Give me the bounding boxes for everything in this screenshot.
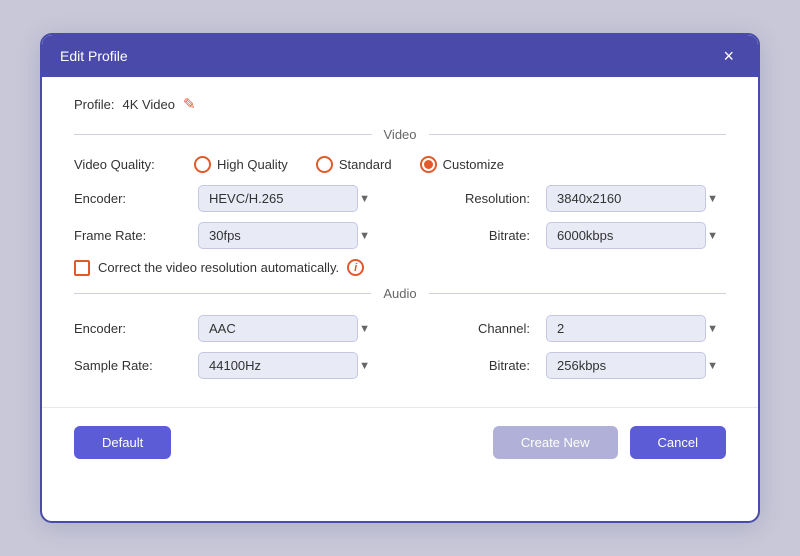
radio-high-quality[interactable]: High Quality [194,156,288,173]
video-section-label: Video [372,127,429,142]
audio-encoder-select-wrap: AAC MP3 OGG ▼ [198,315,378,342]
encoder-select-arrow: ▼ [359,193,370,205]
encoder-select-wrap: HEVC/H.265 H.264 VP9 AV1 ▼ [198,185,378,212]
radio-standard-label: Standard [339,157,392,172]
cancel-button[interactable]: Cancel [630,426,726,459]
video-quality-label: Video Quality: [74,157,194,172]
audio-encoder-channel-row: Encoder: AAC MP3 OGG ▼ Channel: 2 1 ▼ [74,315,726,342]
dialog-title: Edit Profile [60,48,128,64]
right-buttons: Create New Cancel [493,426,726,459]
close-button[interactable]: × [717,45,740,67]
audio-bitrate-select-arrow: ▼ [707,360,718,372]
video-bitrate-label: Bitrate: [382,228,542,243]
info-icon[interactable]: i [347,259,364,276]
samplerate-select-wrap: 44100Hz 48000Hz 22050Hz ▼ [198,352,378,379]
radio-high-quality-circle[interactable] [194,156,211,173]
radio-standard[interactable]: Standard [316,156,392,173]
video-bitrate-select[interactable]: 6000kbps 4000kbps 2000kbps 1000kbps [546,222,706,249]
auto-resolution-row: Correct the video resolution automatical… [74,259,726,276]
samplerate-bitrate-row: Sample Rate: 44100Hz 48000Hz 22050Hz ▼ B… [74,352,726,379]
audio-section-label: Audio [371,286,428,301]
profile-row: Profile: 4K Video ✎ [74,95,726,113]
radio-customize-circle[interactable] [420,156,437,173]
dialog-body: Profile: 4K Video ✎ Video Video Quality:… [42,77,758,407]
framerate-select-arrow: ▼ [359,230,370,242]
framerate-select-wrap: 30fps 60fps 24fps 15fps ▼ [198,222,378,249]
samplerate-select[interactable]: 44100Hz 48000Hz 22050Hz [198,352,358,379]
video-bitrate-select-arrow: ▼ [707,230,718,242]
auto-resolution-checkbox[interactable] [74,260,90,276]
audio-encoder-label: Encoder: [74,321,194,336]
encoder-label: Encoder: [74,191,194,206]
encoder-select[interactable]: HEVC/H.265 H.264 VP9 AV1 [198,185,358,212]
video-quality-options: High Quality Standard Customize [194,156,504,173]
audio-encoder-select[interactable]: AAC MP3 OGG [198,315,358,342]
auto-resolution-label: Correct the video resolution automatical… [98,260,339,275]
dialog-title-bar: Edit Profile × [42,35,758,77]
encoder-resolution-row: Encoder: HEVC/H.265 H.264 VP9 AV1 ▼ Reso… [74,185,726,212]
channel-select-wrap: 2 1 ▼ [546,315,726,342]
samplerate-select-arrow: ▼ [359,360,370,372]
radio-high-quality-label: High Quality [217,157,288,172]
framerate-bitrate-row: Frame Rate: 30fps 60fps 24fps 15fps ▼ Bi… [74,222,726,249]
profile-value: 4K Video [122,97,175,112]
button-row: Default Create New Cancel [42,407,758,477]
create-new-button[interactable]: Create New [493,426,618,459]
channel-select[interactable]: 2 1 [546,315,706,342]
resolution-select-wrap: 3840x2160 1920x1080 1280x720 640x480 ▼ [546,185,726,212]
edit-profile-dialog: Edit Profile × Profile: 4K Video ✎ Video… [40,33,760,523]
resolution-label: Resolution: [382,191,542,206]
video-section-divider: Video [74,127,726,142]
edit-icon[interactable]: ✎ [183,95,196,113]
radio-customize[interactable]: Customize [420,156,504,173]
video-bitrate-select-wrap: 6000kbps 4000kbps 2000kbps 1000kbps ▼ [546,222,726,249]
resolution-select-arrow: ▼ [707,193,718,205]
audio-encoder-select-arrow: ▼ [359,323,370,335]
profile-label: Profile: [74,97,114,112]
audio-section-divider: Audio [74,286,726,301]
channel-label: Channel: [382,321,542,336]
audio-bitrate-label: Bitrate: [382,358,542,373]
samplerate-label: Sample Rate: [74,358,194,373]
framerate-select[interactable]: 30fps 60fps 24fps 15fps [198,222,358,249]
resolution-select[interactable]: 3840x2160 1920x1080 1280x720 640x480 [546,185,706,212]
audio-bitrate-select-wrap: 256kbps 192kbps 128kbps 64kbps ▼ [546,352,726,379]
framerate-label: Frame Rate: [74,228,194,243]
video-quality-row: Video Quality: High Quality Standard Cus… [74,156,726,173]
channel-select-arrow: ▼ [707,323,718,335]
radio-customize-label: Customize [443,157,504,172]
default-button[interactable]: Default [74,426,171,459]
audio-bitrate-select[interactable]: 256kbps 192kbps 128kbps 64kbps [546,352,706,379]
radio-standard-circle[interactable] [316,156,333,173]
